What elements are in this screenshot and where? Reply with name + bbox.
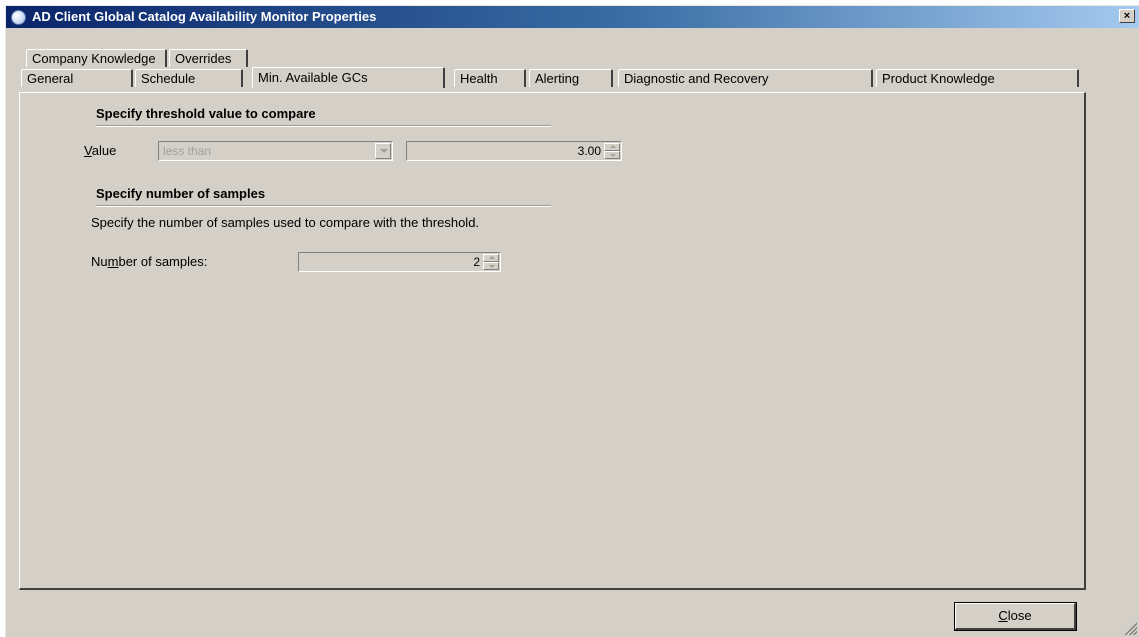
tab-min-available-gcs[interactable]: Min. Available GCs: [252, 67, 445, 88]
window-title: AD Client Global Catalog Availability Mo…: [32, 9, 377, 24]
close-icon[interactable]: ×: [1119, 9, 1135, 23]
tab-diagnostic-and-recovery[interactable]: Diagnostic and Recovery: [618, 69, 873, 87]
operator-select[interactable]: less than: [158, 141, 393, 161]
resize-grip-icon[interactable]: [1123, 621, 1137, 635]
threshold-value-spinner[interactable]: 3.00: [406, 141, 622, 161]
samples-divider: [96, 205, 551, 207]
chevron-down-icon[interactable]: [375, 143, 391, 159]
value-label: Value: [84, 143, 116, 158]
tab-general[interactable]: General: [21, 69, 133, 87]
threshold-divider: [96, 125, 551, 127]
samples-spinner[interactable]: 2: [298, 252, 501, 272]
tab-alerting[interactable]: Alerting: [529, 69, 613, 87]
close-button-mnemonic: C: [998, 608, 1008, 623]
samples-value: 2: [473, 255, 480, 269]
threshold-heading: Specify threshold value to compare: [96, 106, 316, 121]
samples-label-pre: Nu: [91, 254, 108, 269]
samples-label-mnemonic: m: [107, 254, 119, 269]
samples-label: Number of samples:: [91, 254, 207, 269]
operator-value: less than: [163, 144, 212, 158]
tab-schedule[interactable]: Schedule: [135, 69, 243, 87]
tab-health[interactable]: Health: [454, 69, 526, 87]
tab-product-knowledge[interactable]: Product Knowledge: [876, 69, 1079, 87]
close-button[interactable]: Close: [954, 602, 1077, 631]
spin-down-icon[interactable]: [483, 262, 499, 270]
samples-description: Specify the number of samples used to co…: [91, 215, 480, 230]
tab-panel: Specify threshold value to compare Value…: [19, 92, 1086, 590]
tab-overrides[interactable]: Overrides: [169, 49, 248, 67]
tab-company-knowledge[interactable]: Company Knowledge: [26, 49, 167, 67]
close-button-label: lose: [1007, 608, 1032, 623]
samples-label-post: ber of samples:: [118, 254, 208, 269]
samples-heading: Specify number of samples: [96, 186, 266, 201]
spin-up-icon[interactable]: [483, 254, 499, 262]
properties-dialog: AD Client Global Catalog Availability Mo…: [5, 5, 1139, 637]
value-label-text: alue: [91, 143, 117, 158]
monitor-properties-icon: [11, 10, 26, 25]
value-label-mnemonic: V: [84, 143, 92, 158]
title-bar[interactable]: AD Client Global Catalog Availability Mo…: [6, 6, 1139, 28]
threshold-value: 3.00: [577, 144, 601, 158]
spin-up-icon[interactable]: [604, 143, 620, 151]
spin-down-icon[interactable]: [604, 151, 620, 159]
